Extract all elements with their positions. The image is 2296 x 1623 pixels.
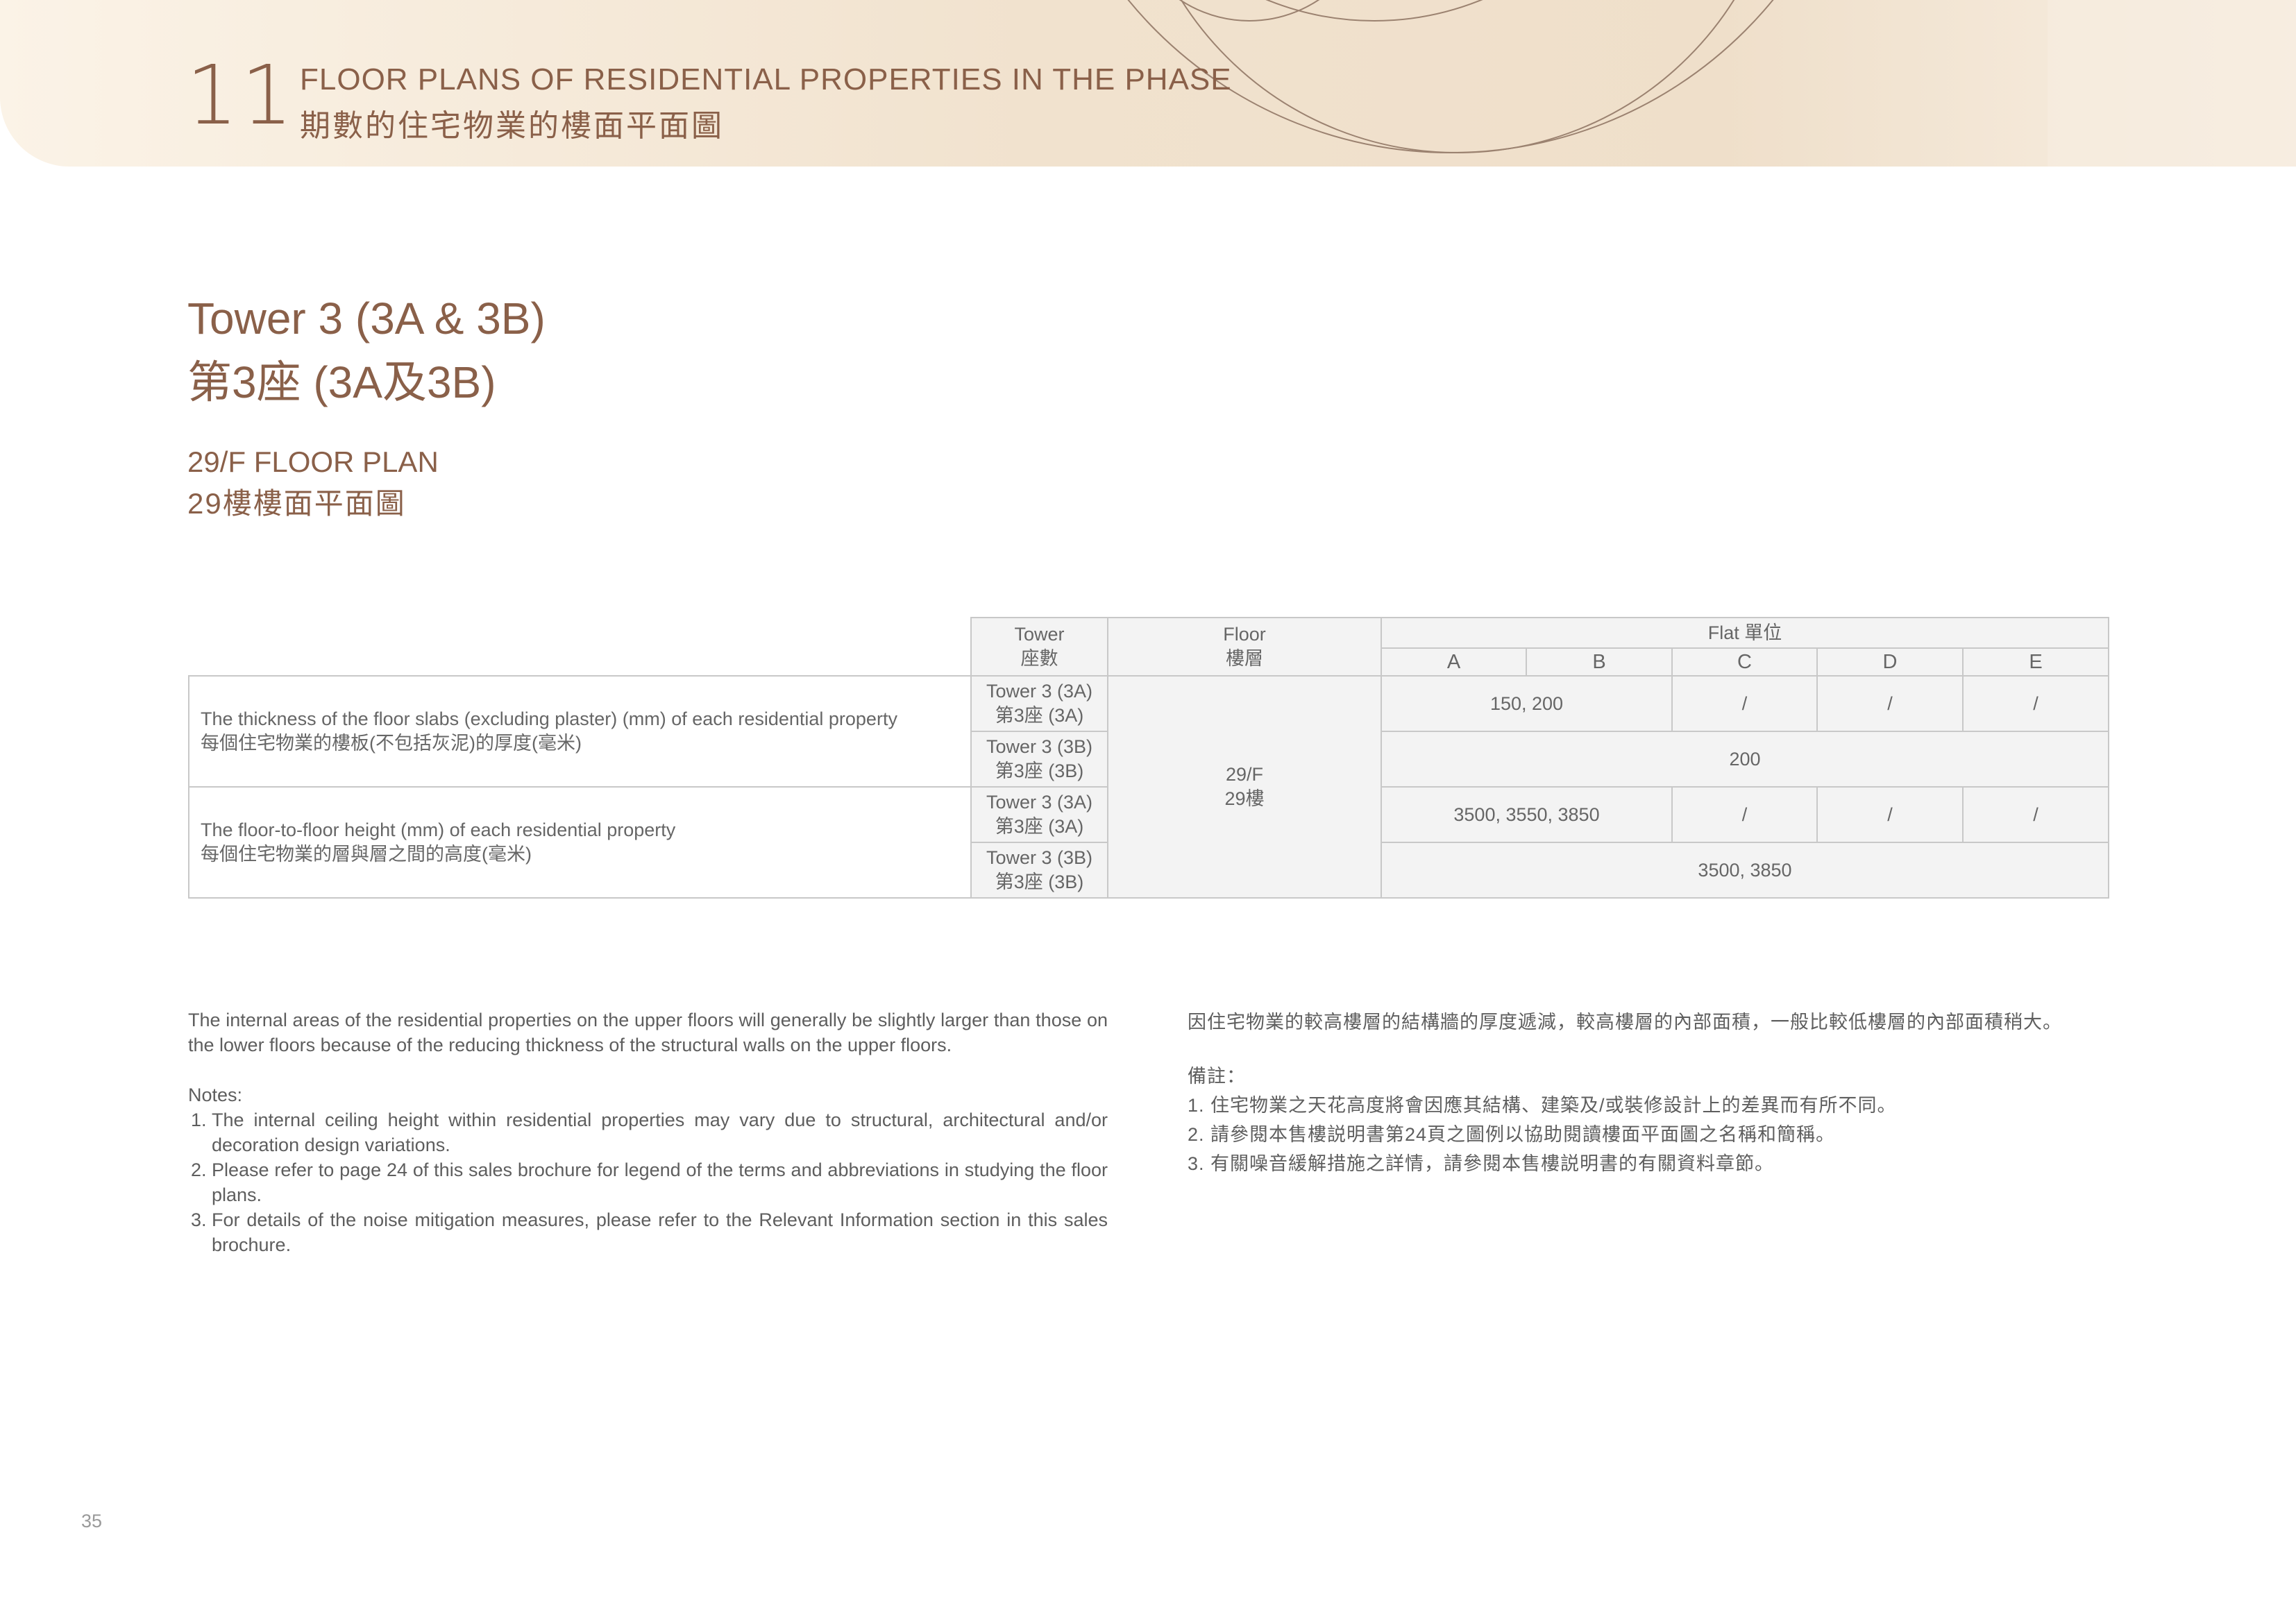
height-3b-all-flats: 3500, 3850 [1381, 842, 2109, 899]
list-item: 2. 請參閱本售樓説明書第24頁之圖例以協助閱讀樓面平面圖之名稱和簡稱。 [1188, 1124, 1836, 1145]
list-item: Please refer to page 24 of this sales br… [212, 1157, 1108, 1207]
flat-column-header: Flat 單位 [1381, 617, 2109, 649]
notes-intro-en: The internal areas of the residential pr… [188, 1010, 1108, 1055]
slab-3a-flat-e: / [1962, 675, 2109, 732]
slab-3a-flat-c: / [1671, 675, 1818, 732]
chapter-number: 11 [186, 47, 296, 143]
floor-value-zh: 29樓 [1224, 788, 1265, 809]
notes-list-en: The internal ceiling height within resid… [188, 1107, 1108, 1257]
flat-letter-b: B [1526, 647, 1673, 677]
floor-column-header: Floor 樓層 [1107, 617, 1382, 677]
slab-thickness-label: The thickness of the floor slabs (exclud… [188, 675, 972, 788]
slab-3b-all-flats: 200 [1381, 731, 2109, 788]
tower-cell-en: Tower 3 (3A) [986, 792, 1093, 813]
list-item: The internal ceiling height within resid… [212, 1107, 1108, 1157]
tower-cell-zh: 第3座 (3B) [995, 760, 1084, 781]
tower-cell-zh: 第3座 (3A) [995, 705, 1084, 726]
floor-header-en: Floor [1223, 624, 1266, 645]
tower-cell-3b: Tower 3 (3B) 第3座 (3B) [970, 842, 1108, 899]
notes-heading-en: Notes: [188, 1085, 243, 1105]
flat-letter-d: D [1816, 647, 1964, 677]
flat-letter-c: C [1671, 647, 1818, 677]
list-item: 1. 住宅物業之天花高度將會因應其結構、建築及/或裝修設計上的差異而有所不同。 [1188, 1095, 1897, 1116]
floor-height-label-zh: 每個住宅物業的層與層之間的高度(毫米) [201, 844, 532, 865]
tower-cell-zh: 第3座 (3B) [995, 872, 1084, 892]
tower-cell-en: Tower 3 (3B) [986, 847, 1093, 868]
tower-title-en: Tower 3 (3A & 3B) [187, 294, 546, 343]
chapter-title-zh: 期數的住宅物業的樓面平面圖 [300, 109, 724, 143]
height-3a-flat-e: / [1962, 786, 2109, 843]
floor-value-en: 29/F [1225, 764, 1264, 785]
flat-letter-a: A [1381, 647, 1527, 677]
slab-3a-flat-d: / [1816, 675, 1964, 732]
tower-cell-zh: 第3座 (3A) [995, 816, 1084, 837]
list-item: For details of the noise mitigation meas… [212, 1207, 1108, 1257]
tower-header-en: Tower [1014, 624, 1065, 645]
height-3a-flat-c: / [1671, 786, 1818, 843]
floor-cell: 29/F 29樓 [1107, 675, 1382, 899]
floor-height-label: The floor-to-floor height (mm) of each r… [188, 786, 972, 899]
header-band: 11 FLOOR PLANS OF RESIDENTIAL PROPERTIES… [0, 0, 2296, 167]
tower-title-zh: 第3座 (3A及3B) [187, 357, 496, 407]
table-corner-blank [189, 618, 971, 677]
tower-header-zh: 座數 [1020, 648, 1058, 669]
floor-height-label-en: The floor-to-floor height (mm) of each r… [201, 819, 676, 840]
slab-thickness-label-zh: 每個住宅物業的樓板(不包括灰泥)的厚度(毫米) [201, 733, 582, 754]
notes-intro-zh: 因住宅物業的較高樓層的結構牆的厚度遞減，較高樓層的內部面積，一般比較低樓層的內部… [1188, 1012, 2062, 1033]
table-row: The thickness of the floor slabs (exclud… [188, 675, 2109, 899]
slab-3a-flats-ab: 150, 200 [1381, 675, 1673, 732]
height-3a-flat-d: / [1816, 786, 1964, 843]
floor-spec-table: Tower 座數 Floor 樓層 Flat 單位 A B C D E The … [188, 617, 2109, 899]
notes-heading-zh: 備註： [1188, 1066, 1246, 1087]
tower-cell-en: Tower 3 (3A) [986, 681, 1093, 702]
height-3a-flats-ab: 3500, 3550, 3850 [1381, 786, 1673, 843]
chapter-title-en: FLOOR PLANS OF RESIDENTIAL PROPERTIES IN… [300, 62, 1232, 96]
floor-plan-title-en: 29/F FLOOR PLAN [187, 445, 439, 478]
list-item: 3. 有關噪音緩解措施之詳情，請參閱本售樓説明書的有關資料章節。 [1188, 1153, 1775, 1174]
tower-cell-3a: Tower 3 (3A) 第3座 (3A) [970, 675, 1108, 732]
page-number: 35 [81, 1511, 103, 1531]
floor-plan-title-zh: 29樓樓面平面圖 [187, 487, 406, 520]
slab-thickness-label-en: The thickness of the floor slabs (exclud… [201, 708, 897, 729]
tower-column-header: Tower 座數 [970, 617, 1108, 677]
table-header-row: Tower 座數 Floor 樓層 Flat 單位 [189, 617, 2109, 677]
notes-english: The internal areas of the residential pr… [188, 1008, 1108, 1257]
notes-chinese: 因住宅物業的較高樓層的結構牆的厚度遞減，較高樓層的內部面積，一般比較低樓層的內部… [1188, 1008, 2111, 1178]
flat-letter-e: E [1962, 647, 2109, 677]
tower-cell-en: Tower 3 (3B) [986, 736, 1093, 757]
tower-cell-3b: Tower 3 (3B) 第3座 (3B) [970, 731, 1108, 788]
notes-list-zh: 1. 住宅物業之天花高度將會因應其結構、建築及/或裝修設計上的差異而有所不同。 … [1188, 1091, 2111, 1178]
floor-header-zh: 樓層 [1226, 648, 1263, 669]
tower-cell-3a: Tower 3 (3A) 第3座 (3A) [970, 786, 1108, 843]
